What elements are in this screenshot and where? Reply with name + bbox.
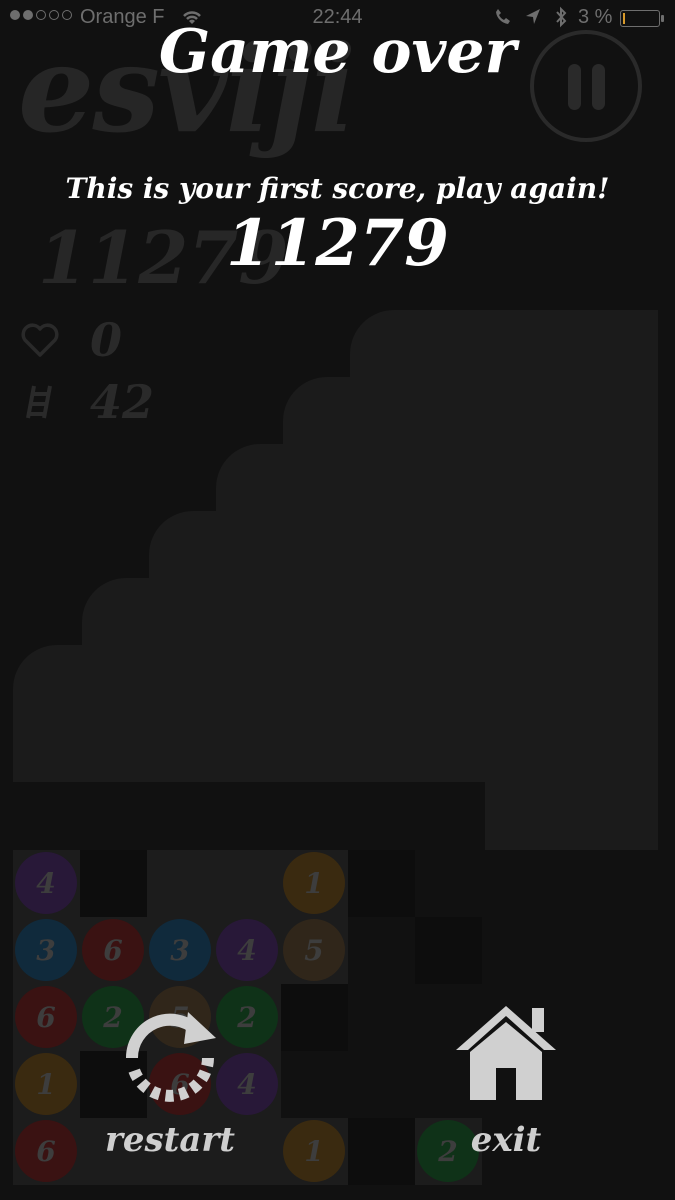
restart-label: restart [104, 1120, 236, 1160]
home-icon [456, 1006, 556, 1100]
game-over-overlay: Game over This is your first score, play… [0, 0, 675, 1200]
score-message: This is your first score, play again! [65, 172, 610, 205]
restart-button[interactable]: restart [80, 1000, 260, 1170]
exit-label: exit [470, 1120, 542, 1160]
exit-button[interactable]: exit [416, 1000, 596, 1170]
game-over-title: Game over [158, 17, 517, 87]
final-score: 11279 [226, 206, 449, 281]
restart-icon [125, 1012, 216, 1102]
